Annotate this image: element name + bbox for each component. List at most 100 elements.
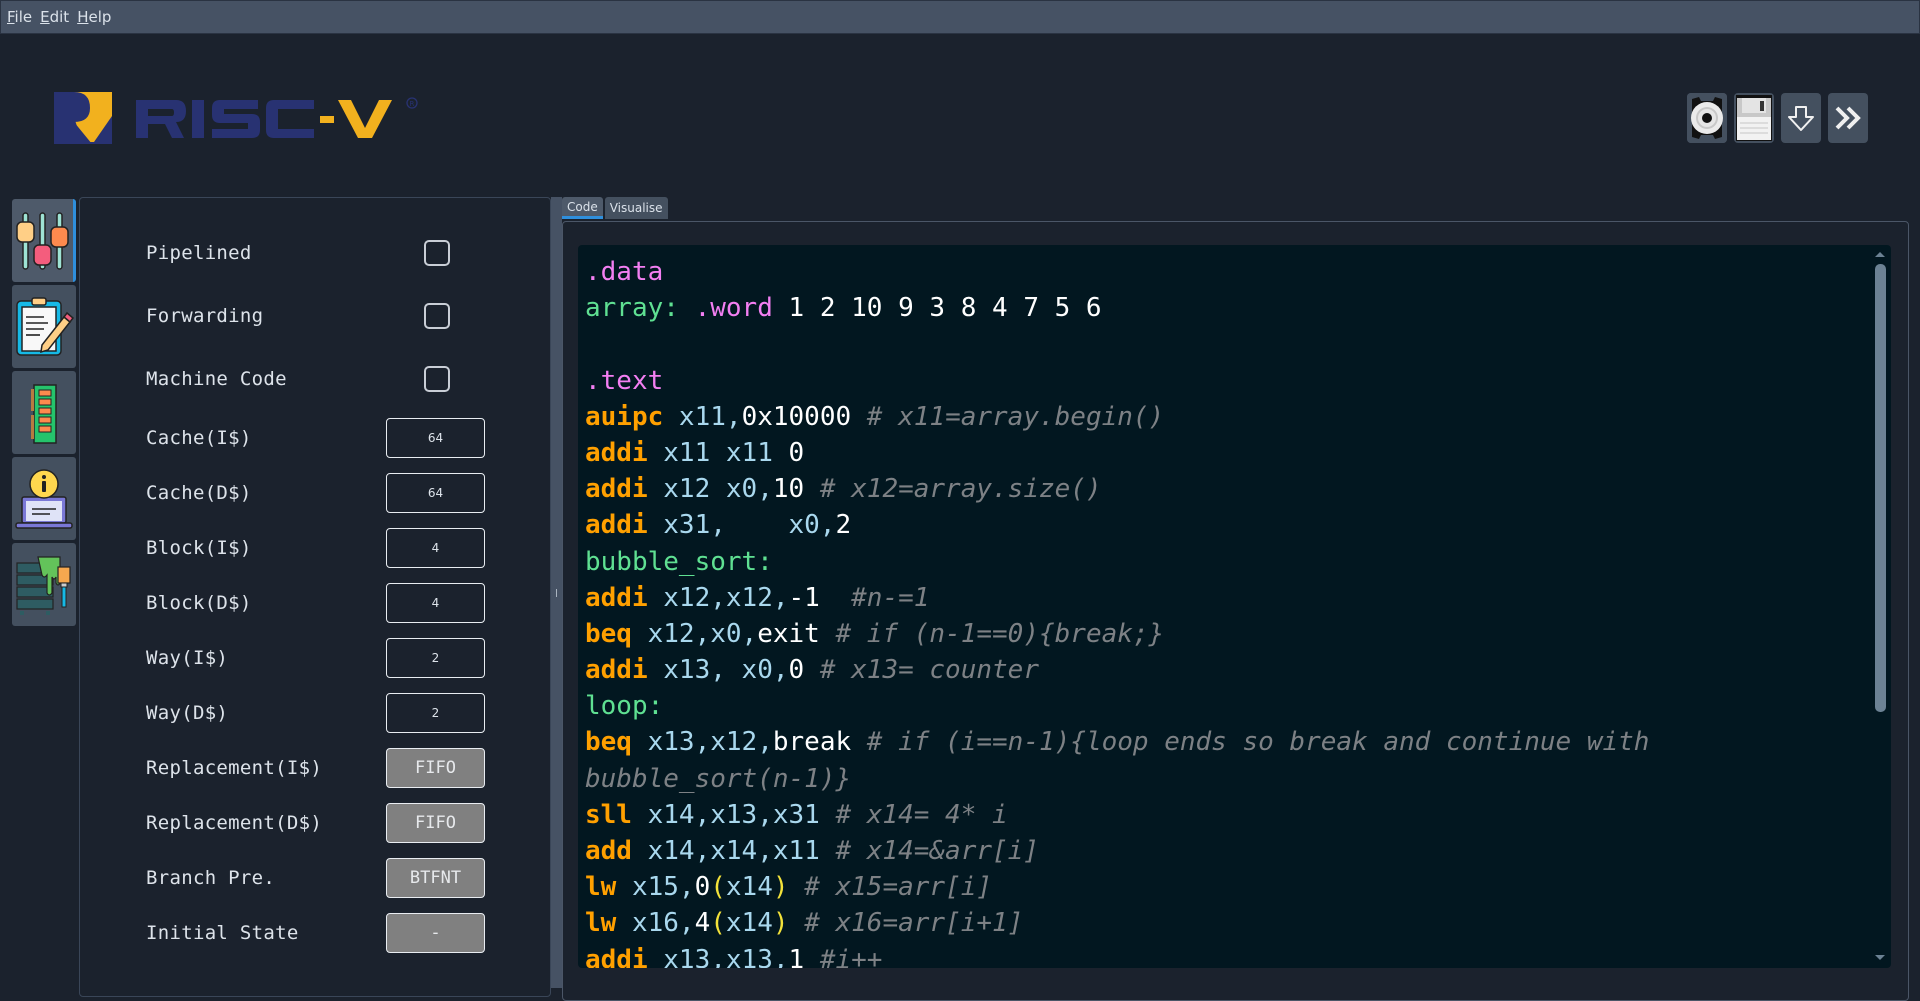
code-line[interactable]: addi x12,x12,-1 #n-=1 <box>585 580 1855 616</box>
cache-d-input[interactable]: 64 <box>386 473 485 513</box>
step-button[interactable] <box>1781 93 1821 143</box>
code-line[interactable]: array: .word 1 2 10 9 3 8 4 7 5 6 <box>585 290 1855 326</box>
way-d-row: Way(D$) 2 <box>146 693 526 733</box>
code-token-reg: x12 x0, <box>647 474 773 505</box>
code-token-reg: x13,x13, <box>647 944 789 968</box>
code-token-sym: exit <box>757 618 820 649</box>
sidebar-tab-editor[interactable] <box>12 285 76 368</box>
code-token-op: addi <box>585 944 648 968</box>
sidebar-tab-memory[interactable] <box>12 371 76 454</box>
code-scrollbar[interactable] <box>1873 252 1887 964</box>
initial-state-select[interactable]: - <box>386 913 485 953</box>
code-token-num: 4 <box>694 908 711 939</box>
code-line[interactable]: sll x14,x13,x31 # x14= 4* i <box>585 797 1855 833</box>
code-token-dir: .text <box>585 365 664 396</box>
editor-tabs: Code Visualise <box>562 197 668 219</box>
code-line[interactable]: bubble_sort(n-1)} <box>585 761 1855 797</box>
code-line[interactable]: .data <box>585 254 1855 290</box>
run-button[interactable] <box>1828 93 1868 143</box>
pipelined-label: Pipelined <box>146 242 252 264</box>
replacement-d-select[interactable]: FIFO <box>386 803 485 843</box>
code-line[interactable]: lw x15,0(x14) # x15=arr[i] <box>585 869 1855 905</box>
code-line[interactable]: addi x12 x0,10 # x12=array.size() <box>585 471 1855 507</box>
code-line[interactable]: addi x13, x0,0 # x13= counter <box>585 652 1855 688</box>
forwarding-checkbox[interactable] <box>424 303 450 329</box>
code-line[interactable]: loop: <box>585 688 1855 724</box>
code-token-num: -1 <box>788 582 820 613</box>
code-token-op: beq <box>585 618 632 649</box>
code-token-cmt: bubble_sort(n-1)} <box>585 763 852 794</box>
block-d-input[interactable]: 4 <box>386 583 485 623</box>
menu-edit[interactable]: Edit <box>40 8 69 26</box>
code-token-reg: x31, x0, <box>647 510 836 541</box>
pipelined-checkbox[interactable] <box>424 240 450 266</box>
code-line[interactable] <box>585 326 1855 362</box>
code-token-reg: x11, <box>663 401 742 432</box>
code-token-reg: x16, <box>616 908 695 939</box>
code-token-lbl: bubble_sort: <box>585 546 773 577</box>
code-line[interactable]: auipc x11,0x10000 # x11=array.begin() <box>585 399 1855 435</box>
code-token-op: add <box>585 836 632 866</box>
scroll-thumb[interactable] <box>1875 264 1886 712</box>
code-line[interactable]: beq x13,x12,break # if (i==n-1){loop end… <box>585 724 1855 760</box>
code-token-cmt: # x11=array.begin() <box>866 401 1165 432</box>
code-line[interactable]: .text <box>585 363 1855 399</box>
way-i-input[interactable]: 2 <box>386 638 485 678</box>
settings-panel: Pipelined Forwarding Machine Code Cache(… <box>79 197 551 997</box>
code-token-num: 1 <box>788 944 805 968</box>
settings-button[interactable] <box>1687 93 1727 143</box>
block-i-row: Block(I$) 4 <box>146 528 526 568</box>
branch-pre-row: Branch Pre. BTFNT <box>146 858 526 898</box>
save-button[interactable] <box>1734 93 1774 143</box>
code-line[interactable]: addi x31, x0,2 <box>585 507 1855 543</box>
scroll-up-arrow-icon[interactable] <box>1875 252 1885 257</box>
code-token-lbl: array: <box>585 293 679 324</box>
code-line[interactable]: lw x16,4(x14) # x16=arr[i+1] <box>585 905 1855 941</box>
code-lines[interactable]: .data array: .word 1 2 10 9 3 8 4 7 5 6 .… <box>585 254 1855 968</box>
sidebar-tab-settings[interactable] <box>12 199 76 282</box>
menu-help[interactable]: Help <box>77 8 111 26</box>
replacement-d-label: Replacement(D$) <box>146 812 323 834</box>
sidebar-tab-info[interactable] <box>12 457 76 540</box>
initial-state-label: Initial State <box>146 922 299 944</box>
sidebar-tab-theme[interactable] <box>12 543 76 626</box>
replacement-i-label: Replacement(I$) <box>146 757 323 779</box>
code-token-op: addi <box>585 474 648 505</box>
panel-splitter[interactable] <box>551 197 562 988</box>
replacement-d-row: Replacement(D$) FIFO <box>146 803 526 843</box>
tab-visualise[interactable]: Visualise <box>604 197 668 219</box>
cache-i-label: Cache(I$) <box>146 427 252 449</box>
scroll-down-arrow-icon[interactable] <box>1875 955 1885 960</box>
machine-code-label: Machine Code <box>146 368 287 390</box>
cache-i-input[interactable]: 64 <box>386 418 485 458</box>
code-line[interactable]: addi x13,x13,1 #i++ <box>585 942 1855 968</box>
code-line[interactable]: add x14,x14,x11 # x14=&arr[i] <box>585 833 1855 869</box>
way-d-input[interactable]: 2 <box>386 693 485 733</box>
code-token-cmt: # x15=arr[i] <box>804 872 993 903</box>
cache-i-row: Cache(I$) 64 <box>146 418 526 458</box>
code-token-cmt: # x14=&arr[i] <box>835 836 1039 866</box>
code-editor[interactable]: .data array: .word 1 2 10 9 3 8 4 7 5 6 .… <box>578 245 1891 968</box>
machine-code-checkbox[interactable] <box>424 366 450 392</box>
tab-code[interactable]: Code <box>562 197 603 219</box>
code-line[interactable]: bubble_sort: <box>585 544 1855 580</box>
menu-file[interactable]: File <box>7 8 32 26</box>
code-token-op: addi <box>585 437 648 468</box>
code-line[interactable]: beq x12,x0,exit # if (n-1==0){break;} <box>585 616 1855 652</box>
replacement-i-row: Replacement(I$) FIFO <box>146 748 526 788</box>
branch-pre-select[interactable]: BTFNT <box>386 858 485 898</box>
code-token-op: addi <box>585 582 648 613</box>
code-token-num: 2 <box>835 510 852 541</box>
code-token-num: 0 <box>694 872 711 903</box>
ram-chip-icon <box>31 383 57 444</box>
splitter-grip[interactable] <box>556 589 557 597</box>
initial-state-row: Initial State - <box>146 913 526 953</box>
pipelined-row: Pipelined <box>146 233 526 273</box>
code-line[interactable]: addi x11 x11 0 <box>585 435 1855 471</box>
replacement-i-select[interactable]: FIFO <box>386 748 485 788</box>
way-d-label: Way(D$) <box>146 702 229 724</box>
block-i-input[interactable]: 4 <box>386 528 485 568</box>
